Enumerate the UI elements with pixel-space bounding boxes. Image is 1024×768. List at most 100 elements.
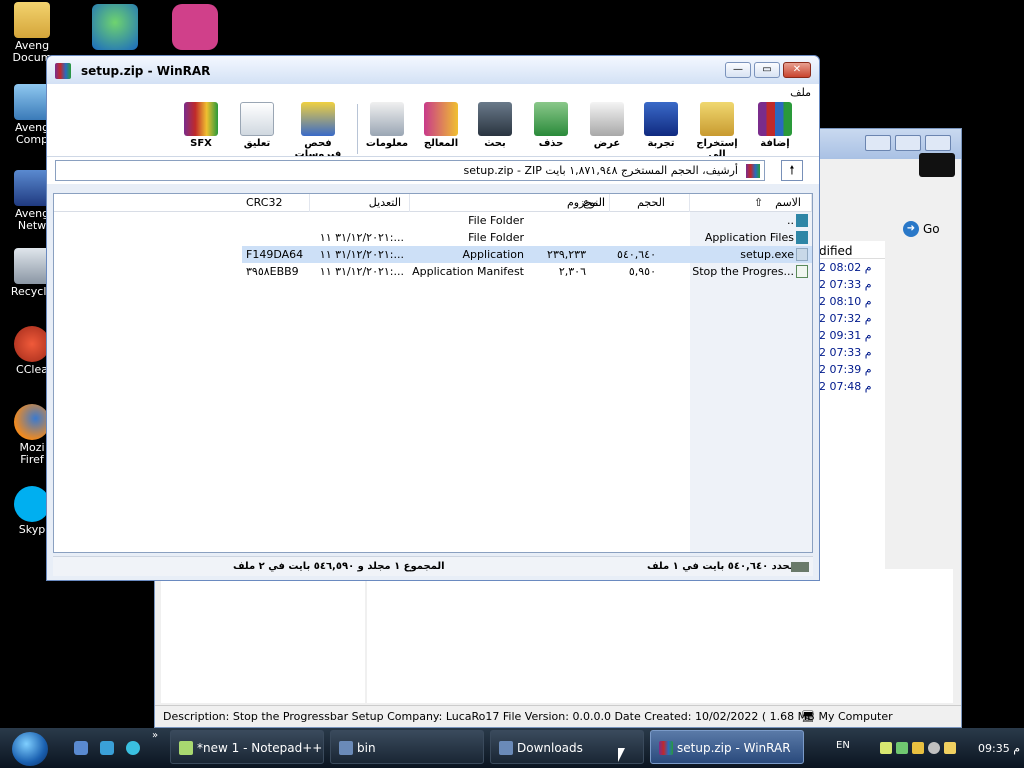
winrar-icon — [659, 741, 673, 755]
add-archive-icon — [758, 102, 792, 136]
toolbar-view-button[interactable]: عرض — [577, 102, 637, 149]
explorer-window-controls — [865, 135, 951, 151]
extract-to-icon — [700, 102, 734, 136]
cell-name: Stop the Progres... — [692, 265, 794, 278]
modified-cell: 2 08:10 م — [819, 295, 872, 308]
documents-folder-icon — [14, 2, 50, 38]
quicklaunch-expand-icon[interactable]: » — [152, 730, 158, 741]
archive-path-text: setup.zip - ZIP أرشيف، الحجم المستخرج ١,… — [463, 164, 738, 177]
winrar-status-bar: المجموع ١ مجلد و ٥٤٦,٥٩٠ بايت في ٢ ملف م… — [53, 556, 813, 576]
status-selected: محدد ٥٤٠,٦٤٠ بايت في ١ ملف — [647, 561, 796, 572]
quicklaunch-explorer-icon[interactable] — [74, 741, 88, 755]
manifest-file-icon — [796, 265, 808, 278]
firefox-icon — [14, 404, 50, 440]
explorer-folder-pane[interactable] — [161, 569, 365, 703]
table-row[interactable]: File Folder .. — [54, 212, 812, 229]
network-icon — [14, 170, 50, 206]
toolbar-extract-button[interactable]: إستخراج إلى — [687, 102, 747, 160]
skype-icon — [14, 486, 50, 522]
maximize-button[interactable]: ▭ — [754, 62, 780, 78]
explorer-file-pane[interactable] — [367, 569, 953, 703]
start-button[interactable] — [12, 732, 48, 766]
modified-header[interactable]: dified — [819, 241, 885, 259]
column-header-name[interactable]: ⇧ الاسم — [690, 194, 812, 212]
winrar-titlebar[interactable]: setup.zip - WinRAR — ▭ ✕ — [47, 56, 819, 84]
cell-type: Application — [462, 248, 524, 261]
column-header-size[interactable]: الحجم — [610, 194, 690, 212]
toolbar-sfx-button[interactable]: SFX — [171, 102, 231, 149]
dribbble-icon[interactable] — [172, 4, 218, 50]
go-button[interactable]: ➜ Go — [903, 221, 940, 237]
cell-size: ٥,٩٥٠ — [628, 265, 656, 278]
winrar-app-icon — [55, 63, 71, 79]
task-notepad[interactable]: *new 1 - Notepad++ — [170, 730, 324, 764]
toolbar-test-button[interactable]: تجربة — [631, 102, 691, 149]
toolbar-wizard-button[interactable]: المعالج — [411, 102, 471, 149]
sort-arrow-icon: ⇧ — [753, 196, 764, 209]
close-button[interactable] — [925, 135, 951, 151]
tray-icon[interactable] — [928, 742, 940, 754]
menu-bar: ملف — [47, 84, 819, 100]
toolbar-label: بحث — [484, 138, 506, 149]
winrar-window-controls: — ▭ ✕ — [725, 62, 811, 78]
virus-scan-icon — [301, 102, 335, 136]
minimize-button[interactable] — [865, 135, 891, 151]
cell-packed: ٢,٣٠٦ — [558, 265, 586, 278]
archive-path-field[interactable]: setup.zip - ZIP أرشيف، الحجم المستخرج ١,… — [55, 160, 765, 181]
winrar-window[interactable]: setup.zip - WinRAR — ▭ ✕ ملف إضافة إستخر… — [46, 55, 820, 581]
cell-name: Application Files — [704, 231, 794, 244]
toolbar-label: معلومات — [365, 138, 409, 149]
tray-icon[interactable] — [944, 742, 956, 754]
maximize-button[interactable] — [895, 135, 921, 151]
tray-icon[interactable] — [896, 742, 908, 754]
quicklaunch-ie-icon[interactable] — [100, 741, 114, 755]
delete-icon — [534, 102, 568, 136]
my-computer-status: 🖥 My Computer — [801, 710, 893, 723]
view-icon — [590, 102, 624, 136]
ccleaner-icon — [14, 326, 50, 362]
menu-file[interactable]: ملف — [790, 86, 811, 99]
toolbar-label: تعليق — [243, 138, 271, 149]
explorer-status-bar: Description: Stop the Progressbar Setup … — [155, 705, 961, 727]
table-row[interactable]: ٣٩٥٨EBB9 ٣١/١٢/٢٠٢١ ١١:... Application M… — [54, 263, 812, 280]
task-label: *new 1 - Notepad++ — [197, 741, 323, 755]
task-winrar[interactable]: setup.zip - WinRAR — [650, 730, 804, 764]
toolbar-add-button[interactable]: إضافة — [745, 102, 805, 149]
clock[interactable]: 09:35 م — [978, 742, 1020, 755]
cell-type: Application Manifest — [412, 265, 524, 278]
toolbar-info-button[interactable]: معلومات — [357, 102, 417, 149]
go-arrow-icon: ➜ — [903, 221, 919, 237]
close-button[interactable]: ✕ — [783, 62, 811, 78]
column-header-modified[interactable]: التعديل — [310, 194, 410, 212]
cell-modified: ٣١/١٢/٢٠٢١ ١١:... — [319, 248, 404, 261]
folder-icon — [796, 214, 808, 227]
task-bin[interactable]: bin — [330, 730, 484, 764]
table-row-selected[interactable]: F149DA64 ٣١/١٢/٢٠٢١ ١١:... Application ٢… — [242, 246, 812, 263]
up-folder-button[interactable]: 🠕 — [781, 160, 803, 181]
column-header-crc[interactable]: CRC32 — [242, 194, 310, 212]
explorer-status-text: Description: Stop the Progressbar Setup … — [163, 710, 815, 723]
toolbar-label: SFX — [190, 138, 212, 149]
toolbar-label: المعالج — [423, 138, 459, 149]
exe-file-icon — [796, 248, 808, 261]
cell-crc: F149DA64 — [246, 248, 304, 261]
quicklaunch-app-icon[interactable] — [126, 741, 140, 755]
toolbar-comment-button[interactable]: تعليق — [227, 102, 287, 149]
toolbar-delete-button[interactable]: حذف — [521, 102, 581, 149]
tray-icon[interactable] — [912, 742, 924, 754]
idm-icon[interactable] — [92, 4, 138, 50]
toolbar: إضافة إستخراج إلى تجربة عرض حذف بحث المع… — [47, 100, 819, 160]
toolbar-virus-scan-button[interactable]: فحص فيروسات — [283, 102, 353, 160]
minimize-button[interactable]: — — [725, 62, 751, 78]
computer-icon — [14, 84, 50, 120]
mouse-cursor-icon — [618, 748, 625, 762]
taskbar: » *new 1 - Notepad++ bin Downloads setup… — [0, 728, 1024, 768]
tray-icon[interactable] — [880, 742, 892, 754]
column-header-packed[interactable]: المحزوم — [530, 194, 610, 212]
file-list[interactable]: CRC32 التعديل النوع المحزوم الحجم ⇧ الاسم… — [53, 193, 813, 553]
info-icon — [370, 102, 404, 136]
table-row[interactable]: ٣١/١٢/٢٠٢١ ١١:... File Folder Applicatio… — [54, 229, 812, 246]
toolbar-find-button[interactable]: بحث — [465, 102, 525, 149]
language-indicator[interactable]: EN — [836, 740, 850, 751]
modified-cell: 2 07:33 م — [819, 278, 872, 291]
